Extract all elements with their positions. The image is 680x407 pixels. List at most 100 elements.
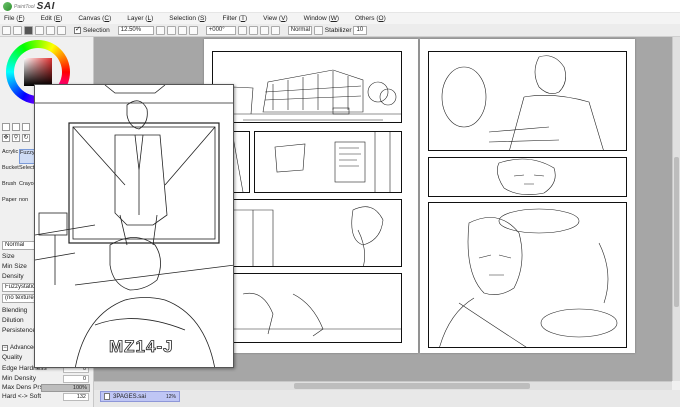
rotate-icon[interactable]: ↻: [22, 134, 30, 142]
menu-window[interactable]: Window (W): [304, 15, 339, 22]
menu-shortcut-key: O: [378, 15, 384, 22]
tool-label: Acrylic: [2, 149, 19, 155]
menu-canvas[interactable]: Canvas (C): [78, 15, 111, 22]
zoom-fit-button[interactable]: [188, 25, 198, 35]
comic-panel: [428, 202, 627, 348]
tool-label: Select: [19, 165, 35, 171]
tool-label: Brush: [2, 181, 17, 187]
app-logo: PaintTool SAI: [3, 1, 55, 12]
title-bar: PaintTool SAI: [0, 0, 680, 13]
magic-wand-icon[interactable]: [22, 123, 30, 131]
tool-label: non: [19, 197, 29, 203]
move-icon[interactable]: ✥: [2, 134, 10, 142]
navigator-preview[interactable]: MZ14-J: [34, 84, 234, 368]
menu-label: View: [263, 15, 278, 22]
logo-sai-text: SAI: [36, 1, 55, 12]
rotate-right-button[interactable]: [248, 25, 258, 35]
menu-label: Others: [355, 15, 375, 22]
clear-button[interactable]: [57, 25, 66, 35]
max-dens-slider[interactable]: 100%: [41, 384, 90, 392]
redo-button[interactable]: [13, 25, 22, 35]
tool-label: Bucket: [2, 165, 19, 171]
tool-brush[interactable]: Brush: [2, 181, 18, 196]
comic-panel: [212, 273, 402, 343]
menu-view[interactable]: View (V): [263, 15, 287, 22]
comic-panel: [254, 131, 402, 193]
comic-panel: [212, 199, 402, 267]
menu-label: File: [4, 15, 15, 22]
toolbar: Selection 12.50% +000° Normal Stabilizer…: [0, 24, 680, 37]
menu-label: Selection: [169, 15, 197, 22]
tool-label: Fuzzy: [20, 150, 35, 156]
blend-mode-select[interactable]: Normal: [287, 25, 312, 35]
file-tab-zoom: 12%: [165, 393, 176, 400]
blend-mode-dropdown[interactable]: Normal: [2, 241, 35, 250]
menu-shortcut-key: E: [55, 15, 61, 22]
tool-label: Paper: [2, 197, 17, 203]
deselect-button[interactable]: [24, 25, 33, 35]
tool-non[interactable]: non: [19, 197, 35, 212]
file-tab-bar: 3PAGES.sai 12%: [94, 390, 680, 407]
rect-select-icon[interactable]: [2, 123, 10, 131]
manga-page-1: [204, 39, 418, 353]
comic-panel: [428, 51, 627, 151]
file-tab[interactable]: 3PAGES.sai 12%: [100, 391, 180, 402]
logo-small-text: PaintTool: [14, 3, 35, 10]
menu-others[interactable]: Others (O): [355, 15, 386, 22]
collapse-icon: −: [2, 344, 8, 351]
zoom-icon[interactable]: ⚲: [12, 134, 20, 142]
menu-shortcut-key: F: [18, 15, 23, 22]
stabilizer-select[interactable]: 10: [353, 25, 368, 35]
advanced-label: Advanced: [10, 344, 37, 351]
selection-tool-row: [2, 123, 34, 131]
color-square[interactable]: [24, 58, 52, 86]
selection-checkbox[interactable]: [74, 25, 81, 34]
tool-select[interactable]: Select: [19, 165, 35, 180]
zoom-field[interactable]: 12.50%: [117, 25, 154, 35]
vertical-scrollbar[interactable]: [672, 37, 680, 381]
view-tool-row: ✥ ⚲ ↻: [2, 134, 34, 142]
menu-shortcut-key: C: [104, 15, 110, 22]
menu-label: Layer: [127, 15, 144, 22]
rotate-reset-button[interactable]: [259, 25, 269, 35]
texture-dropdown[interactable]: (no texture): [2, 294, 35, 303]
zoom-reset-button[interactable]: [177, 25, 187, 35]
brush-shape-dropdown[interactable]: Fuzzystatic: [2, 283, 35, 292]
preview-art: [35, 85, 233, 367]
crop-button[interactable]: [46, 25, 55, 35]
tool-fuzzy[interactable]: Fuzzy: [19, 149, 35, 164]
stabilizer-toggle[interactable]: [313, 25, 323, 35]
menu-label: Edit: [40, 15, 52, 22]
horizontal-scrollbar[interactable]: [94, 381, 672, 390]
menu-selection[interactable]: Selection (S): [169, 15, 206, 22]
tool-paper[interactable]: Paper: [2, 197, 18, 212]
select-all-button[interactable]: [35, 25, 44, 35]
menu-bar: File (F) Edit (E) Canvas (C) Layer (L) Selec…: [0, 13, 680, 24]
menu-shortcut-key: W: [330, 15, 337, 22]
file-tab-name: 3PAGES.sai: [113, 393, 146, 400]
tool-acrylic[interactable]: Acrylic: [2, 149, 18, 164]
tool-crayon[interactable]: Crayon: [19, 181, 37, 196]
menu-shortcut-key: V: [281, 15, 286, 22]
rotate-left-button[interactable]: [237, 25, 247, 35]
vertical-scroll-thumb[interactable]: [674, 157, 679, 307]
hard-soft-value[interactable]: 132: [63, 393, 89, 401]
undo-button[interactable]: [2, 25, 11, 35]
menu-shortcut-key: S: [200, 15, 205, 22]
zoom-in-button[interactable]: [155, 25, 165, 35]
menu-label: Window: [303, 15, 327, 22]
menu-file[interactable]: File (F): [4, 15, 25, 22]
flip-button[interactable]: [270, 25, 280, 35]
menu-edit[interactable]: Edit (E): [41, 15, 63, 22]
document-icon: [104, 393, 110, 400]
lasso-icon[interactable]: [12, 123, 20, 131]
stabilizer-label: Stabilizer: [324, 26, 352, 34]
tool-bucket[interactable]: Bucket: [2, 165, 19, 180]
menu-layer[interactable]: Layer (L): [127, 15, 153, 22]
menu-filter[interactable]: Filter (T): [223, 15, 248, 22]
zoom-out-button[interactable]: [166, 25, 176, 35]
horizontal-scroll-thumb[interactable]: [294, 383, 530, 389]
rotation-field[interactable]: +000°: [205, 25, 236, 35]
min-density-value[interactable]: 0: [63, 375, 89, 383]
comic-panel: [212, 51, 402, 123]
